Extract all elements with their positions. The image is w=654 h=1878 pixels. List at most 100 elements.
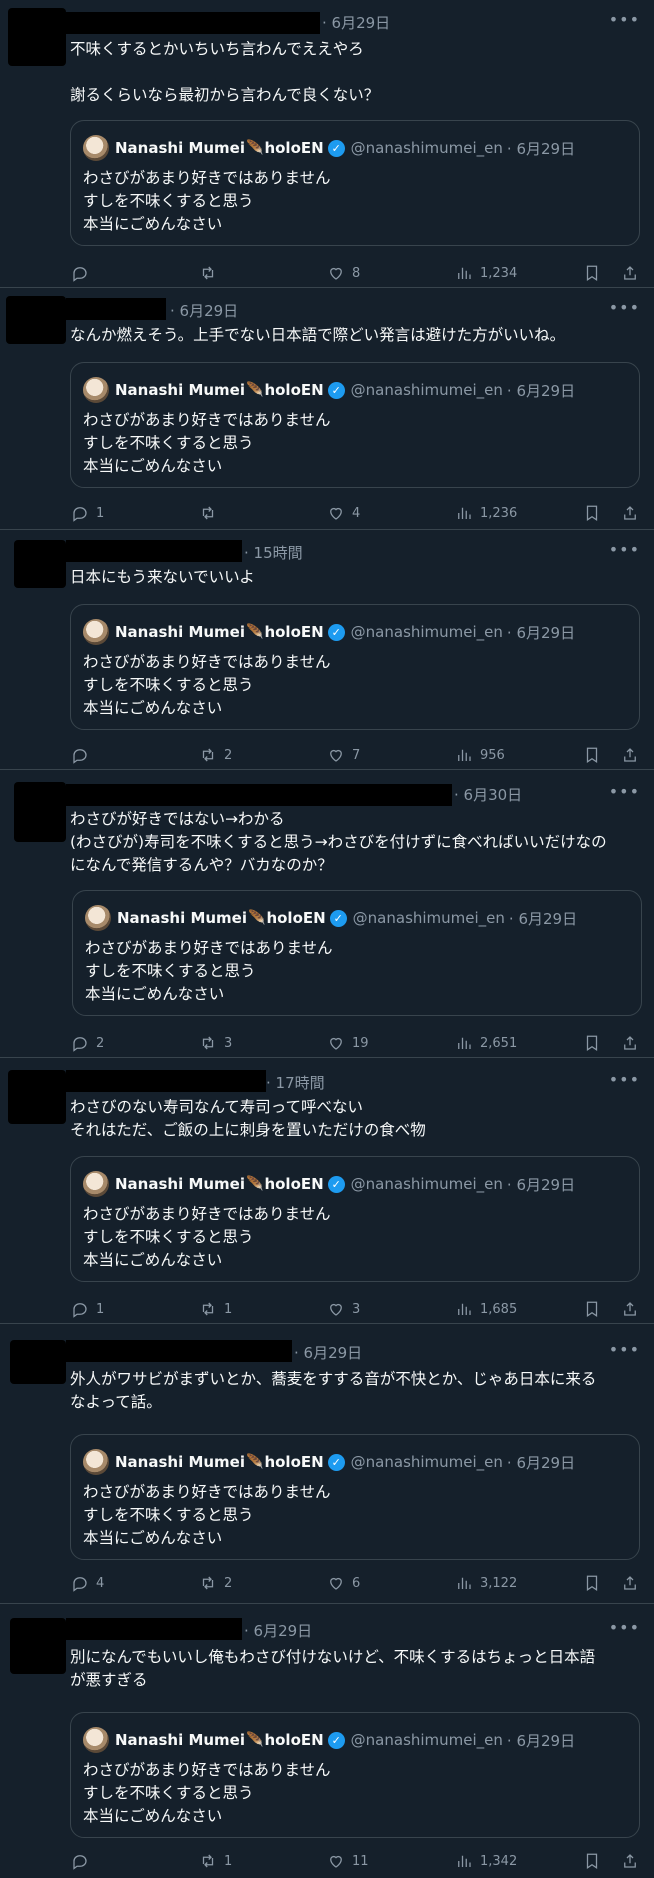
retweet-button[interactable]: [198, 262, 224, 284]
share-icon: [620, 745, 640, 765]
verified-badge-icon: ✓: [327, 381, 345, 399]
tweet-time[interactable]: · 6月29日: [322, 12, 390, 33]
bookmark-button[interactable]: [582, 1032, 608, 1054]
quoted-tweet[interactable]: Nanashi Mumei 🪶 holoEN ✓ @nanashimumei_e…: [72, 890, 642, 1016]
quoted-tweet[interactable]: Nanashi Mumei 🪶 holoEN ✓ @nanashimumei_e…: [70, 1434, 640, 1560]
more-icon[interactable]: •••: [609, 782, 640, 801]
retweet-count: 1: [224, 1853, 233, 1869]
views-button[interactable]: 2,651: [454, 1032, 517, 1054]
views-icon: [454, 1033, 474, 1053]
more-icon[interactable]: •••: [609, 10, 640, 29]
views-count: 3,122: [480, 1575, 518, 1591]
like-button[interactable]: 7: [326, 744, 360, 766]
more-icon[interactable]: •••: [609, 1070, 640, 1089]
like-button[interactable]: 19: [326, 1032, 369, 1054]
views-button[interactable]: 1,685: [454, 1298, 517, 1320]
share-button[interactable]: [620, 502, 646, 524]
views-button[interactable]: 1,342: [454, 1850, 517, 1872]
share-button[interactable]: [620, 1572, 646, 1594]
reply-icon: [70, 503, 90, 523]
avatar-redacted: [10, 1340, 66, 1384]
like-button[interactable]: 8: [326, 262, 360, 284]
quoted-time: · 6月29日: [506, 1453, 576, 1472]
bookmark-button[interactable]: [582, 744, 608, 766]
bookmark-button[interactable]: [582, 502, 608, 524]
more-icon[interactable]: •••: [609, 1340, 640, 1359]
more-icon[interactable]: •••: [609, 298, 640, 317]
username-redacted: [66, 1618, 242, 1640]
like-button[interactable]: 3: [326, 1298, 360, 1320]
tweet-card[interactable]: · 6月29日 ••• 外人がワサビがまずいとか、蕎麦をすする音が不快とか、じゃ…: [0, 1324, 654, 1604]
quoted-affiliation: holoEN: [264, 623, 324, 641]
bookmark-button[interactable]: [582, 1850, 608, 1872]
tweet-card[interactable]: · 6月30日 ••• わさびが好きではない→わかる (わさびが)寿司を不味くす…: [0, 770, 654, 1058]
tweet-card[interactable]: · 17時間 ••• わさびのない寿司なんて寿司って呼べない それはただ、ご飯の…: [0, 1058, 654, 1324]
quoted-tweet[interactable]: Nanashi Mumei 🪶 holoEN ✓ @nanashimumei_e…: [70, 1712, 640, 1838]
retweet-button[interactable]: [198, 502, 224, 524]
tweet-text: なんか燃えそう。上手でない日本語で際どい発言は避けた方がいいね。: [70, 326, 566, 344]
feather-icon: 🪶: [246, 1732, 264, 1748]
retweet-button[interactable]: 3: [198, 1032, 232, 1054]
views-count: 1,342: [480, 1853, 518, 1869]
views-button[interactable]: 956: [454, 744, 505, 766]
share-button[interactable]: [620, 1298, 646, 1320]
reply-button[interactable]: [70, 262, 96, 284]
share-icon: [620, 1851, 640, 1871]
share-button[interactable]: [620, 262, 646, 284]
like-icon: [326, 745, 346, 765]
views-button[interactable]: 3,122: [454, 1572, 517, 1594]
quoted-tweet[interactable]: Nanashi Mumei 🪶 holoEN ✓ @nanashimumei_e…: [70, 1156, 640, 1282]
verified-badge-icon: ✓: [327, 139, 345, 157]
tweet-card[interactable]: · 15時間 ••• 日本にもう来ないでいいよ Nanashi Mumei 🪶 …: [0, 530, 654, 770]
reply-button[interactable]: 1: [70, 502, 104, 524]
reply-button[interactable]: 2: [70, 1032, 104, 1054]
retweet-button[interactable]: 2: [198, 1572, 232, 1594]
quoted-header: Nanashi Mumei 🪶 holoEN ✓ @nanashimumei_e…: [83, 1171, 575, 1197]
tweet-time[interactable]: · 17時間: [266, 1072, 325, 1093]
share-button[interactable]: [620, 1032, 646, 1054]
like-icon: [326, 1299, 346, 1319]
like-button[interactable]: 4: [326, 502, 360, 524]
share-button[interactable]: [620, 1850, 646, 1872]
tweet-time[interactable]: · 6月29日: [244, 1620, 312, 1641]
quoted-display-name: Nanashi Mumei: [115, 623, 245, 641]
reply-button[interactable]: 4: [70, 1572, 104, 1594]
tweet-card[interactable]: · 6月29日 ••• 不味くするとかいちいち言わんでええやろ 謝るくらいなら最…: [0, 0, 654, 288]
quoted-handle: @nanashimumei_en: [350, 1731, 503, 1749]
reply-icon: [70, 1033, 90, 1053]
like-button[interactable]: 11: [326, 1850, 369, 1872]
quoted-tweet[interactable]: Nanashi Mumei 🪶 holoEN ✓ @nanashimumei_e…: [70, 604, 640, 730]
quoted-avatar: [83, 1171, 109, 1197]
tweet-time[interactable]: · 6月29日: [170, 300, 238, 321]
views-count: 1,234: [480, 265, 518, 281]
retweet-icon: [198, 1573, 218, 1593]
retweet-button[interactable]: 1: [198, 1850, 232, 1872]
tweet-card[interactable]: · 6月29日 ••• なんか燃えそう。上手でない日本語で際どい発言は避けた方が…: [0, 288, 654, 530]
quoted-tweet[interactable]: Nanashi Mumei 🪶 holoEN ✓ @nanashimumei_e…: [70, 120, 640, 246]
views-button[interactable]: 1,236: [454, 502, 517, 524]
reply-button[interactable]: [70, 1850, 96, 1872]
tweet-time[interactable]: · 15時間: [244, 542, 303, 563]
more-icon[interactable]: •••: [609, 1618, 640, 1637]
avatar-redacted: [6, 296, 66, 344]
views-button[interactable]: 1,234: [454, 262, 517, 284]
tweet-time[interactable]: · 6月29日: [294, 1342, 362, 1363]
quoted-tweet[interactable]: Nanashi Mumei 🪶 holoEN ✓ @nanashimumei_e…: [70, 362, 640, 488]
reply-button[interactable]: 1: [70, 1298, 104, 1320]
quoted-header: Nanashi Mumei 🪶 holoEN ✓ @nanashimumei_e…: [83, 1727, 575, 1753]
more-icon[interactable]: •••: [609, 540, 640, 559]
reply-button[interactable]: [70, 744, 96, 766]
tweet-time[interactable]: · 6月30日: [454, 784, 522, 805]
retweet-icon: [198, 263, 218, 283]
bookmark-button[interactable]: [582, 262, 608, 284]
bookmark-button[interactable]: [582, 1298, 608, 1320]
tweet-card[interactable]: · 6月29日 ••• 別になんでもいいし俺もわさび付けないけど、不味くするはち…: [0, 1604, 654, 1878]
retweet-button[interactable]: 1: [198, 1298, 232, 1320]
retweet-icon: [198, 1033, 218, 1053]
like-button[interactable]: 6: [326, 1572, 360, 1594]
quoted-avatar: [85, 905, 111, 931]
share-icon: [620, 503, 640, 523]
bookmark-button[interactable]: [582, 1572, 608, 1594]
retweet-button[interactable]: 2: [198, 744, 232, 766]
share-button[interactable]: [620, 744, 646, 766]
